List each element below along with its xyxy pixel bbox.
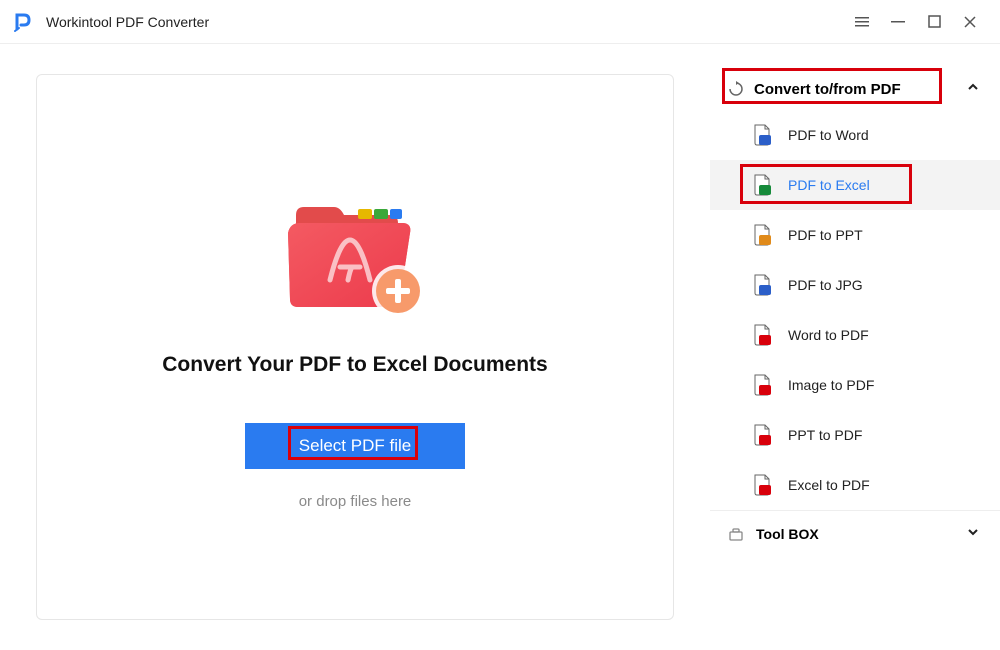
file-type-icon bbox=[752, 224, 772, 246]
file-type-icon bbox=[752, 324, 772, 346]
sidebar-item-label: Excel to PDF bbox=[788, 477, 870, 493]
file-type-icon bbox=[752, 374, 772, 396]
sidebar-item[interactable]: Excel to PDF bbox=[710, 460, 1000, 510]
minimize-button[interactable] bbox=[880, 4, 916, 40]
file-type-icon bbox=[752, 124, 772, 146]
sidebar-item[interactable]: Image to PDF bbox=[710, 360, 1000, 410]
sidebar-toolbox-label: Tool BOX bbox=[756, 526, 819, 542]
maximize-button[interactable] bbox=[916, 4, 952, 40]
sidebar-section-convert[interactable]: Convert to/from PDF bbox=[710, 68, 1000, 110]
sidebar-item-label: PDF to PPT bbox=[788, 227, 863, 243]
sidebar-item-label: PDF to Excel bbox=[788, 177, 870, 193]
app-title: Workintool PDF Converter bbox=[46, 14, 209, 30]
sidebar-section-toolbox[interactable]: Tool BOX bbox=[710, 510, 1000, 556]
menu-button[interactable] bbox=[844, 4, 880, 40]
drop-area[interactable]: Convert Your PDF to Excel Documents Sele… bbox=[36, 74, 674, 620]
file-type-icon bbox=[752, 474, 772, 496]
sidebar-list: PDF to Word PDF to Excel PDF to PPT PDF … bbox=[710, 110, 1000, 510]
main-heading: Convert Your PDF to Excel Documents bbox=[162, 353, 547, 377]
sidebar-section-label: Convert to/from PDF bbox=[754, 81, 901, 98]
sidebar-item[interactable]: PDF to Word bbox=[710, 110, 1000, 160]
file-type-icon bbox=[752, 174, 772, 196]
sidebar-item-label: PDF to Word bbox=[788, 127, 869, 143]
sidebar-item[interactable]: PPT to PDF bbox=[710, 410, 1000, 460]
drop-hint: or drop files here bbox=[299, 493, 412, 510]
sidebar-item-label: PDF to JPG bbox=[788, 277, 863, 293]
toolbox-icon bbox=[728, 526, 744, 542]
app-logo-icon bbox=[12, 10, 36, 34]
folder-illustration-icon bbox=[270, 185, 440, 325]
file-type-icon bbox=[752, 274, 772, 296]
sidebar-item[interactable]: Word to PDF bbox=[710, 310, 1000, 360]
sidebar-item-label: Word to PDF bbox=[788, 327, 869, 343]
titlebar: Workintool PDF Converter bbox=[0, 0, 1000, 44]
sidebar-item-label: Image to PDF bbox=[788, 377, 874, 393]
chevron-down-icon bbox=[966, 525, 980, 542]
sidebar-item[interactable]: PDF to Excel bbox=[710, 160, 1000, 210]
sidebar: Convert to/from PDF PDF to Word PDF to E… bbox=[710, 44, 1000, 650]
sidebar-item[interactable]: PDF to JPG bbox=[710, 260, 1000, 310]
sidebar-item-label: PPT to PDF bbox=[788, 427, 862, 443]
convert-icon bbox=[728, 81, 744, 97]
chevron-up-icon bbox=[966, 80, 980, 98]
select-file-button[interactable]: Select PDF file bbox=[245, 423, 465, 469]
sidebar-item[interactable]: PDF to PPT bbox=[710, 210, 1000, 260]
close-button[interactable] bbox=[952, 4, 988, 40]
file-type-icon bbox=[752, 424, 772, 446]
